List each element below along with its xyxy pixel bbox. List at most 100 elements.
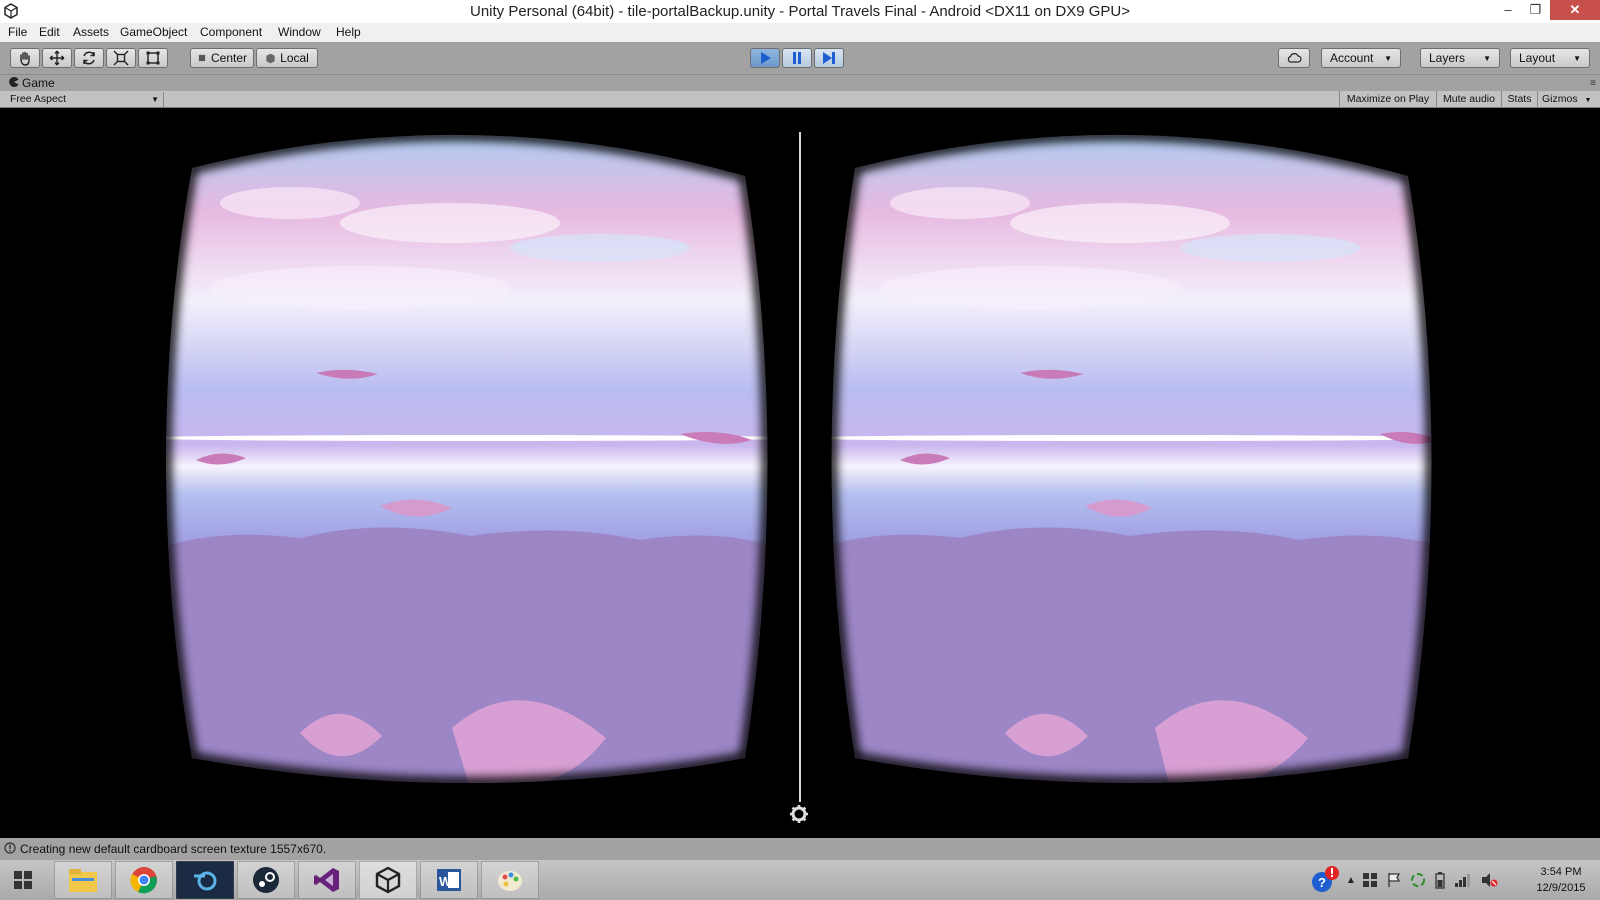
step-button[interactable] [814, 48, 844, 68]
maximize-on-play-toggle[interactable]: Maximize on Play [1339, 91, 1436, 108]
status-message: Creating new default cardboard screen te… [20, 842, 327, 856]
menu-component[interactable]: Component [200, 25, 262, 39]
pause-icon [793, 52, 801, 64]
unity-icon [375, 866, 401, 894]
taskbar-blender[interactable] [176, 861, 234, 899]
title-bar: Unity Personal (64bit) - tile-portalBack… [0, 0, 1600, 23]
rotate-icon [83, 51, 95, 65]
word-icon: W [437, 869, 461, 891]
taskbar-visual-studio[interactable] [298, 861, 356, 899]
blender-icon [194, 871, 217, 891]
menu-assets[interactable]: Assets [73, 25, 109, 39]
clock-time: 3:54 PM [1540, 866, 1582, 878]
tab-game[interactable]: Game [4, 75, 65, 91]
steam-icon [253, 867, 279, 893]
window-title: Unity Personal (64bit) - tile-portalBack… [469, 3, 1130, 20]
windows-flag-icon[interactable] [1362, 872, 1378, 888]
pivot-center-button[interactable]: Center [190, 48, 254, 68]
pacman-icon [9, 77, 19, 87]
pivot-local-button[interactable]: Local [256, 48, 318, 68]
game-view-toolbar: Free Aspect ▼ Maximize on Play Mute audi… [0, 91, 1600, 108]
taskbar-word[interactable]: W [420, 861, 478, 899]
layout-dropdown[interactable]: Layout ▼ [1510, 48, 1590, 68]
vr-divider-line [799, 132, 801, 802]
pause-button[interactable] [782, 48, 812, 68]
account-dropdown[interactable]: Account ▼ [1321, 48, 1401, 68]
help-alert-icon[interactable]: ? [1310, 865, 1340, 895]
taskbar-paint[interactable] [481, 861, 539, 899]
menu-window[interactable]: Window [278, 25, 321, 39]
layout-label: Layout [1519, 51, 1556, 65]
move-tool-button[interactable] [42, 48, 72, 68]
info-icon [4, 842, 16, 854]
taskbar-file-explorer[interactable] [54, 861, 112, 899]
menu-bar: File Edit Assets GameObject Component Wi… [0, 23, 1600, 42]
right-eye-lens [831, 134, 1432, 783]
panel-menu-icon[interactable]: ≡ [1590, 78, 1596, 89]
chevron-down-icon: ▼ [1483, 53, 1491, 63]
status-bar[interactable]: Creating new default cardboard screen te… [0, 838, 1600, 860]
volume-muted-icon[interactable] [1480, 872, 1498, 888]
gizmos-label: Gizmos [1542, 93, 1578, 105]
scale-tool-button[interactable] [106, 48, 136, 68]
chevron-down-icon: ▼ [1584, 97, 1592, 104]
cube-icon [266, 53, 275, 63]
cloud-services-button[interactable] [1278, 48, 1310, 68]
taskbar-steam[interactable] [237, 861, 295, 899]
action-center-flag-icon[interactable] [1386, 872, 1402, 888]
scale-icon [113, 50, 129, 66]
cloud-icon [1287, 53, 1302, 63]
taskbar-unity[interactable] [359, 861, 417, 899]
gizmos-dropdown[interactable]: Gizmos ▼ [1537, 91, 1600, 108]
chevron-down-icon: ▼ [1573, 53, 1581, 63]
network-signal-icon[interactable] [1454, 872, 1472, 888]
visual-studio-icon [314, 868, 339, 892]
hand-icon [20, 51, 30, 66]
rotate-tool-button[interactable] [74, 48, 104, 68]
menu-gameobject[interactable]: GameObject [120, 25, 187, 39]
layers-dropdown[interactable]: Layers ▼ [1420, 48, 1500, 68]
taskbar-chrome[interactable] [115, 861, 173, 899]
aspect-dropdown[interactable]: Free Aspect ▼ [6, 92, 164, 107]
menu-file[interactable]: File [8, 25, 27, 39]
space-label: Local [280, 51, 309, 65]
panel-tab-strip: Game ≡ [0, 75, 1600, 91]
move-arrows-icon [49, 50, 65, 66]
pivot-icon [198, 54, 206, 62]
start-icon [14, 871, 32, 889]
menu-help[interactable]: Help [336, 25, 361, 39]
start-button[interactable] [0, 861, 46, 899]
maximize-button[interactable]: ❐ [1522, 0, 1549, 20]
pivot-label: Center [210, 51, 248, 65]
tray-expand-icon[interactable]: ▲ [1346, 875, 1356, 886]
step-icon [823, 52, 835, 64]
game-view[interactable] [0, 108, 1600, 838]
hand-tool-button[interactable] [10, 48, 40, 68]
taskbar-clock[interactable]: 3:54 PM 12/9/2015 [1524, 864, 1598, 896]
mute-audio-toggle[interactable]: Mute audio [1436, 91, 1501, 108]
play-button[interactable] [750, 48, 780, 68]
aspect-label: Free Aspect [10, 93, 67, 105]
chrome-icon [130, 867, 157, 894]
account-label: Account [1330, 51, 1374, 65]
rect-tool-button[interactable] [138, 48, 168, 68]
minimize-button[interactable]: – [1495, 0, 1521, 20]
stats-toggle[interactable]: Stats [1501, 91, 1537, 108]
close-button[interactable]: ✕ [1550, 0, 1600, 20]
system-tray: ? ▲ [1310, 860, 1498, 900]
layers-label: Layers [1429, 51, 1466, 65]
left-eye-lens [166, 134, 768, 783]
cardboard-settings-gear-icon[interactable] [789, 804, 809, 824]
play-icon [761, 52, 771, 64]
svg-text:W: W [439, 874, 452, 889]
recycle-icon[interactable] [1410, 872, 1426, 888]
tab-game-label: Game [22, 76, 55, 90]
menu-edit[interactable]: Edit [39, 25, 60, 39]
svg-text:?: ? [1318, 875, 1326, 890]
paint-icon [498, 871, 522, 891]
battery-icon[interactable] [1434, 871, 1446, 889]
chevron-down-icon: ▼ [151, 95, 159, 104]
clock-date: 12/9/2015 [1536, 882, 1586, 894]
taskbar: W ? ▲ 3:54 PM 12/9/2015 [0, 860, 1600, 900]
chevron-down-icon: ▼ [1384, 53, 1392, 63]
